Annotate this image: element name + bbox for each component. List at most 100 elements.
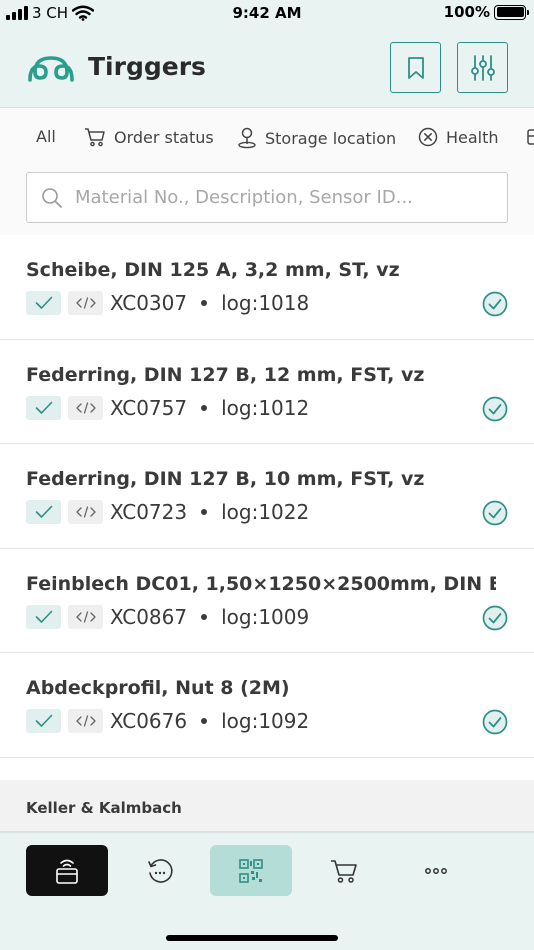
- item-title: Federring, DIN 127 B, 12 mm, FST, vz: [26, 363, 425, 386]
- status-ok-icon: [482, 710, 508, 735]
- item-log: log:1018: [221, 291, 310, 315]
- x-circle-icon: [418, 127, 438, 147]
- status-ok-icon: [482, 500, 508, 526]
- box-icon: [527, 129, 534, 145]
- app-title: Tirggers: [88, 52, 206, 81]
- item-meta: XC0723 log:1022: [26, 500, 310, 525]
- separator-dot: [201, 404, 208, 411]
- filter-chip-order-status[interactable]: Order status: [84, 127, 214, 147]
- item-title: Scheibe, DIN 125 A, 3,2 mm, ST, vz: [26, 259, 400, 281]
- history-icon: [148, 858, 173, 883]
- item-title: Feinblech DC01, 1,50×1250×2500mm, DIN EN: [26, 572, 496, 595]
- status-right: 100%: [443, 3, 529, 21]
- filter-chip-label: Order status: [114, 127, 214, 147]
- status-ok-icon: [482, 291, 508, 317]
- code-badge: [68, 500, 103, 525]
- tab-scan-qr[interactable]: [210, 845, 292, 896]
- verified-badge: [26, 291, 61, 315]
- cart-icon: [331, 859, 357, 883]
- verified-badge: [26, 709, 61, 734]
- code-icon: [75, 715, 96, 728]
- check-icon: [35, 505, 52, 518]
- list-item[interactable]: Abdeckprofil, Nut 8 (2M) XC0676 log:1092: [0, 653, 534, 758]
- item-title: Federring, DIN 127 B, 10 mm, FST, vz: [26, 468, 425, 491]
- status-bar: 3 CH 9:42 AM 100%: [0, 0, 534, 26]
- battery-icon: [494, 4, 529, 20]
- sensor-device-icon: [56, 859, 78, 884]
- separator-dot: [201, 613, 208, 620]
- app-header: Tirggers: [0, 38, 534, 98]
- item-id: XC0867: [110, 604, 188, 629]
- check-icon: [35, 610, 52, 623]
- filter-chip-label: Storage location: [265, 128, 397, 148]
- filter-chip-overflow[interactable]: [526, 127, 534, 147]
- separator-dot: [201, 300, 208, 306]
- item-meta: XC0676 log:1092: [26, 709, 310, 734]
- check-icon: [35, 296, 52, 309]
- trigger-list: Scheibe, DIN 125 A, 3,2 mm, ST, vz XC0307…: [0, 235, 534, 758]
- item-log: log:1092: [221, 709, 310, 734]
- more-icon: [425, 867, 447, 874]
- verified-badge: [26, 500, 61, 525]
- code-icon: [75, 506, 96, 518]
- code-badge: [68, 604, 103, 629]
- verified-badge: [26, 395, 61, 420]
- code-badge: [68, 709, 103, 734]
- location-pin-icon: [238, 127, 256, 149]
- filter-settings-button[interactable]: [457, 42, 508, 93]
- list-item[interactable]: Scheibe, DIN 125 A, 3,2 mm, ST, vz XC0307…: [0, 235, 534, 340]
- filter-chip-row: All Order status Storage location Health: [0, 109, 534, 165]
- section-header: Keller & Kalmbach: [0, 780, 534, 832]
- separator-dot: [201, 718, 208, 725]
- item-meta: XC0307 log:1018: [26, 291, 309, 315]
- home-indicator: [166, 935, 338, 941]
- cart-icon: [85, 128, 105, 147]
- tab-orders[interactable]: [303, 845, 385, 896]
- bookmark-button[interactable]: [390, 42, 441, 93]
- search-input[interactable]: [75, 187, 485, 208]
- qr-code-icon: [239, 858, 263, 883]
- item-log: log:1009: [221, 604, 310, 629]
- filter-chip-label: All: [36, 127, 56, 146]
- battery-percent: 100%: [443, 3, 490, 21]
- list-item[interactable]: Feinblech DC01, 1,50×1250×2500mm, DIN EN…: [0, 548, 534, 654]
- logo-icon: [28, 56, 74, 82]
- item-log: log:1022: [221, 500, 310, 525]
- filter-chip-all[interactable]: All: [36, 127, 56, 146]
- item-title: Abdeckprofil, Nut 8 (2M): [26, 677, 290, 700]
- code-icon: [75, 401, 96, 414]
- code-badge: [68, 291, 103, 315]
- bookmark-icon: [407, 56, 424, 79]
- status-ok-icon: [482, 396, 508, 421]
- item-meta: XC0757 log:1012: [26, 395, 310, 420]
- code-icon: [75, 611, 96, 623]
- item-log: log:1012: [221, 395, 310, 420]
- search-section: [0, 165, 534, 235]
- search-box[interactable]: [26, 172, 508, 223]
- item-id: XC0307: [110, 291, 188, 315]
- list-item[interactable]: Federring, DIN 127 B, 10 mm, FST, vz XC07…: [0, 444, 534, 549]
- filter-chip-label: Health: [446, 127, 499, 147]
- separator-dot: [201, 509, 208, 516]
- check-icon: [35, 401, 52, 414]
- sliders-icon: [470, 54, 495, 81]
- item-meta: XC0867 log:1009: [26, 604, 310, 629]
- filter-chip-health[interactable]: Health: [418, 127, 499, 147]
- item-id: XC0757: [110, 395, 188, 420]
- item-id: XC0676: [110, 709, 188, 734]
- tab-sensors[interactable]: [26, 845, 108, 896]
- code-icon: [75, 297, 96, 309]
- list-item[interactable]: Federring, DIN 127 B, 12 mm, FST, vz XC07…: [0, 339, 534, 445]
- status-ok-icon: [482, 605, 508, 631]
- bottom-tab-bar: [0, 832, 534, 950]
- item-id: XC0723: [110, 500, 188, 525]
- search-icon: [42, 187, 62, 208]
- check-icon: [35, 715, 52, 728]
- section-title: Keller & Kalmbach: [26, 799, 182, 817]
- verified-badge: [26, 604, 61, 629]
- tab-history[interactable]: [119, 845, 201, 896]
- section-gap: [0, 758, 534, 780]
- code-badge: [68, 395, 103, 420]
- filter-chip-storage-location[interactable]: Storage location: [237, 127, 396, 149]
- tab-more[interactable]: [395, 845, 477, 896]
